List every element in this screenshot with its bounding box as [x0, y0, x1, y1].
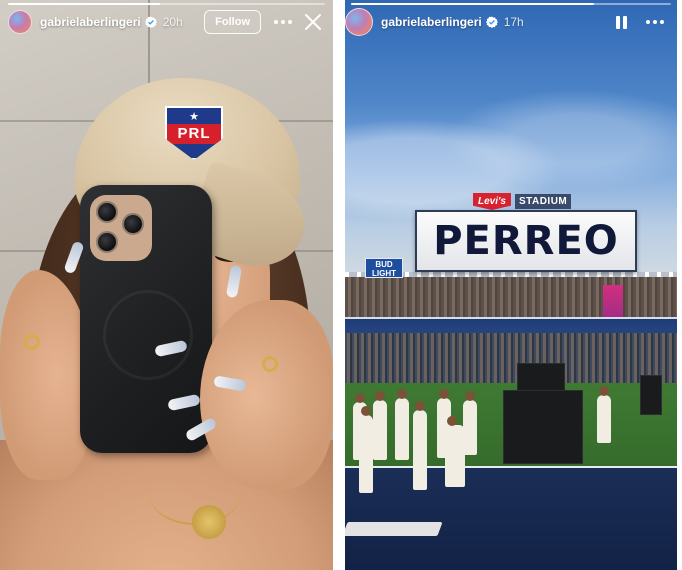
time-ago: 17h: [503, 15, 524, 29]
story-header: gabrielaberlingeri 20h Follow: [0, 0, 333, 44]
speaker-stack: [517, 363, 565, 391]
levis-logo: Levi's: [473, 193, 511, 210]
billboard: PERREO: [415, 210, 637, 272]
sun-pendant: [192, 505, 226, 539]
camera-lens: [96, 201, 118, 223]
performer: [395, 389, 409, 460]
right-hand: [200, 300, 333, 490]
follow-button[interactable]: Follow: [204, 10, 261, 34]
performer: [359, 406, 373, 493]
end-zone: [345, 468, 677, 570]
verified-badge-icon: [485, 16, 498, 28]
avatar[interactable]: [8, 10, 32, 34]
billboard-text: PERREO: [433, 218, 619, 264]
performer: [463, 391, 477, 455]
magsafe-ring: [103, 290, 193, 380]
stadium-word: STADIUM: [514, 194, 572, 209]
more-dots-icon[interactable]: [643, 10, 667, 34]
story-header: gabrielaberlingeri 17h: [345, 0, 677, 44]
speaker-stack: [640, 375, 662, 415]
stadium-sign: Levi's STADIUM: [473, 193, 572, 210]
username[interactable]: gabrielaberlingeri: [381, 15, 482, 29]
ring: [24, 334, 40, 350]
close-icon[interactable]: [301, 10, 325, 34]
story-card-left[interactable]: ★ PRL gabrielaberlingeri 20h Follow: [0, 0, 333, 570]
performer: [597, 386, 611, 443]
speaker-stack: [503, 390, 583, 464]
performer: [445, 416, 465, 487]
pause-icon[interactable]: [609, 10, 633, 34]
camera-lens: [122, 213, 144, 235]
performer: [373, 391, 387, 460]
username[interactable]: gabrielaberlingeri: [40, 15, 141, 29]
more-dots-icon[interactable]: [271, 10, 295, 34]
stadium-ring: [345, 317, 677, 333]
time-ago: 20h: [162, 15, 183, 29]
story-gap: [333, 0, 345, 570]
lower-stands: [345, 333, 677, 383]
story-card-right[interactable]: Levi's STADIUM PERREO BUD LIGHT gabriela…: [345, 0, 677, 570]
performer: [413, 401, 427, 490]
camera-lens: [96, 231, 118, 253]
ring: [262, 356, 278, 372]
cap-badge-text: PRL: [167, 124, 221, 144]
phone-camera-module: [90, 195, 152, 261]
avatar[interactable]: [345, 8, 373, 36]
end-zone-marking: [345, 522, 443, 536]
bud-light-sign: BUD LIGHT: [365, 258, 403, 278]
upper-stands: [345, 272, 677, 317]
star-icon: ★: [189, 111, 199, 123]
verified-badge-icon: [144, 16, 157, 28]
